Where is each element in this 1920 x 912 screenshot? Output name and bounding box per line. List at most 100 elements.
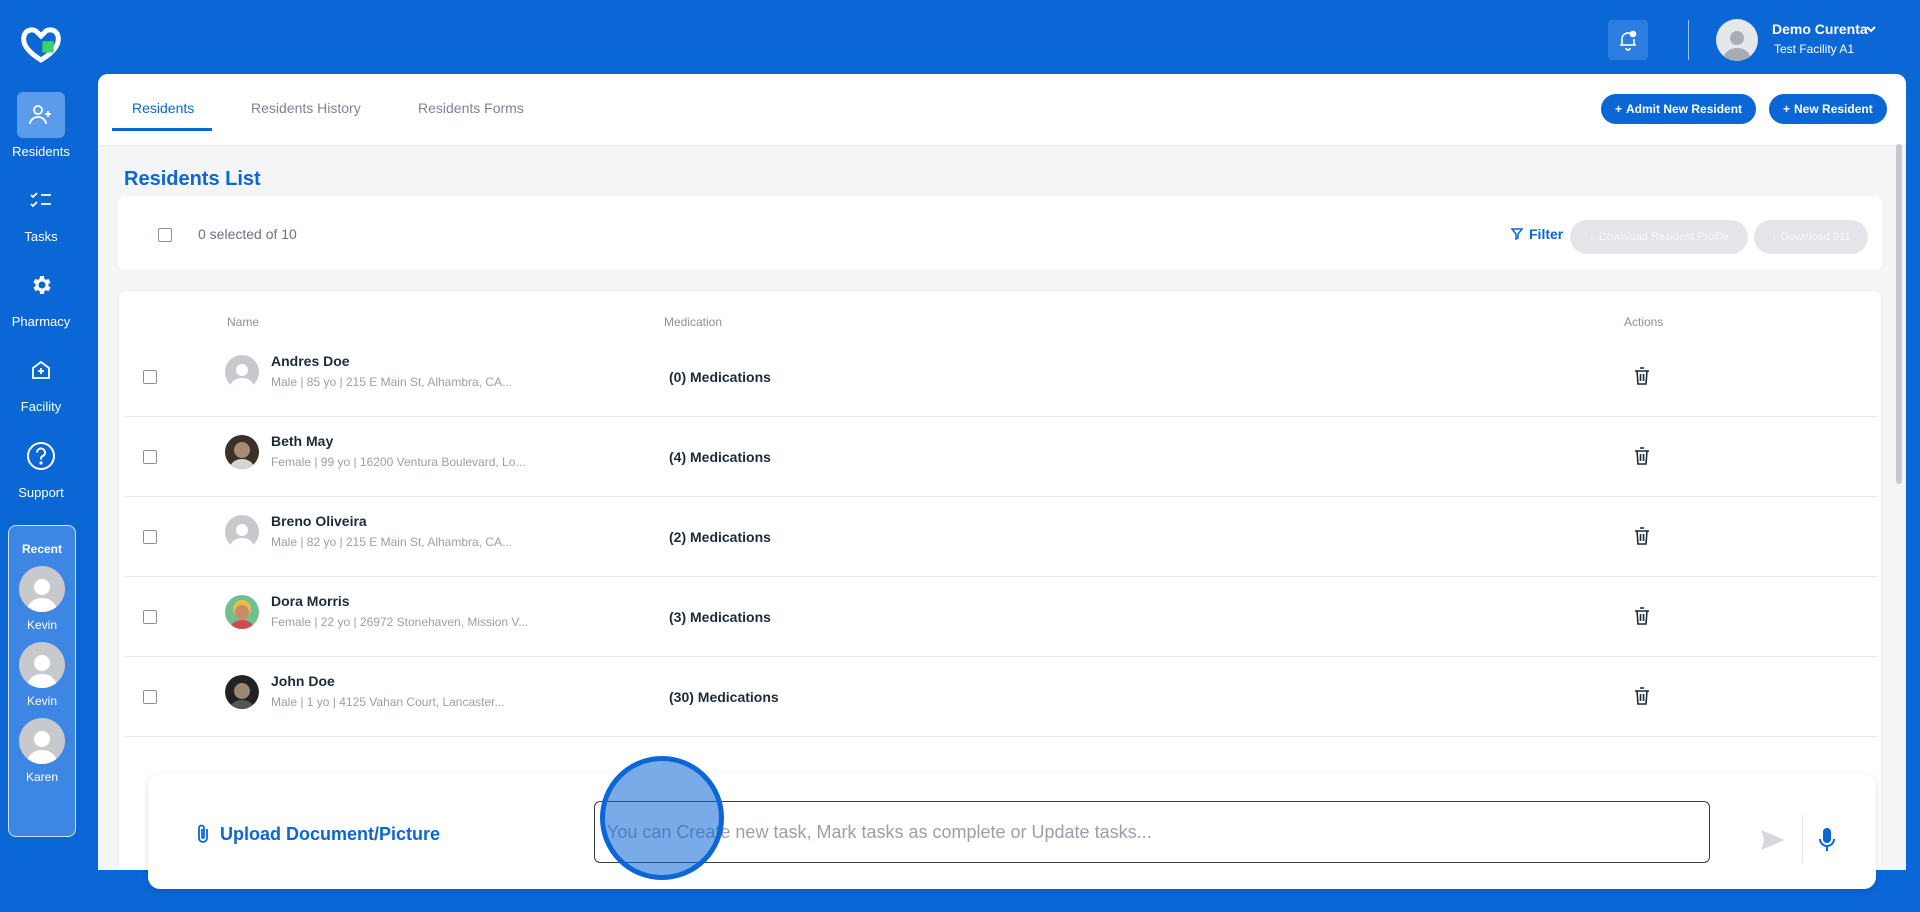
sidebar: Residents Tasks Pharmacy Facility Suppor… (0, 0, 82, 912)
task-input[interactable] (594, 801, 1710, 863)
resident-name[interactable]: Beth May (271, 433, 333, 449)
notifications-button[interactable] (1608, 20, 1648, 60)
tab-residents-forms[interactable]: Residents Forms (418, 100, 524, 116)
filter-button[interactable]: Filter (1511, 226, 1563, 242)
sidebar-item-residents[interactable]: Residents (0, 92, 82, 159)
filter-icon (1511, 228, 1523, 240)
recent-person-name: Kevin (26, 618, 58, 632)
delete-icon[interactable] (1634, 607, 1650, 630)
row-checkbox[interactable] (143, 690, 157, 704)
medications-count[interactable]: (4) Medications (669, 449, 771, 465)
row-checkbox[interactable] (143, 450, 157, 464)
sidebar-item-label: Support (18, 485, 64, 500)
main-panel: Residents Residents History Residents Fo… (98, 74, 1906, 870)
sidebar-item-facility[interactable]: Facility (0, 347, 82, 414)
column-header-medication: Medication (664, 315, 723, 329)
header-divider (1688, 20, 1689, 60)
scrollbar[interactable] (1896, 144, 1902, 484)
download-911-button[interactable]: ↓ Download 911 (1754, 220, 1868, 254)
medications-count[interactable]: (2) Medications (669, 529, 771, 545)
column-header-actions: Actions (1624, 315, 1664, 329)
new-resident-button[interactable]: + New Resident (1769, 94, 1887, 124)
sidebar-item-label: Facility (20, 399, 62, 414)
gear-icon (17, 262, 65, 308)
avatar (225, 435, 259, 469)
sidebar-item-support[interactable]: Support (0, 433, 82, 500)
resident-name[interactable]: Dora Morris (271, 593, 350, 609)
sidebar-item-label: Residents (12, 144, 70, 159)
sidebar-item-label: Pharmacy (11, 314, 71, 329)
table-row[interactable]: John Doe Male | 1 yo | 4125 Vahan Court,… (125, 657, 1877, 737)
plus-icon: + (1615, 102, 1623, 116)
delete-icon[interactable] (1634, 527, 1650, 550)
table-row[interactable]: Breno Oliveira Male | 82 yo | 215 E Main… (125, 497, 1877, 577)
avatar (225, 595, 259, 629)
task-composer: Upload Document/Picture (148, 773, 1876, 889)
resident-details: Male | 82 yo | 215 E Main St, Alhambra, … (271, 535, 513, 549)
resident-details: Female | 22 yo | 26972 Stonehaven, Missi… (271, 615, 529, 629)
resident-details: Female | 99 yo | 16200 Ventura Boulevard… (271, 455, 526, 469)
download-icon: ↓ (1589, 231, 1595, 243)
tab-residents[interactable]: Residents (132, 100, 194, 116)
download-911-label: Download 911 (1780, 231, 1851, 243)
user-name[interactable]: Demo Curenta (1772, 21, 1868, 37)
resident-details: Male | 1 yo | 4125 Vahan Court, Lancaste… (271, 695, 505, 709)
facility-icon (17, 347, 65, 393)
list-toolbar: 0 selected of 10 Filter ↓ Download Resid… (118, 196, 1882, 270)
recent-person[interactable]: Kevin (9, 566, 75, 632)
select-all-checkbox[interactable] (158, 228, 172, 242)
chevron-down-icon[interactable] (1864, 22, 1878, 41)
delete-icon[interactable] (1634, 687, 1650, 710)
tabs-bar: Residents Residents History Residents Fo… (98, 74, 1906, 146)
app-logo[interactable] (18, 24, 64, 64)
resident-details: Male | 85 yo | 215 E Main St, Alhambra, … (271, 375, 513, 389)
recent-person[interactable]: Karen (9, 718, 75, 784)
sidebar-item-tasks[interactable]: Tasks (0, 177, 82, 244)
table-row[interactable]: Beth May Female | 99 yo | 16200 Ventura … (125, 417, 1877, 497)
page-title: Residents List (124, 168, 261, 190)
recent-panel: Recent Kevin Kevin Karen (8, 525, 76, 837)
medications-count[interactable]: (30) Medications (669, 689, 779, 705)
new-resident-label: New Resident (1794, 102, 1873, 116)
tasks-icon (17, 177, 65, 223)
delete-icon[interactable] (1634, 367, 1650, 390)
upload-document-button[interactable]: Upload Document/Picture (196, 823, 440, 845)
user-avatar[interactable] (1716, 19, 1758, 61)
recent-person-name: Kevin (26, 694, 58, 708)
avatar (225, 355, 259, 389)
filter-label: Filter (1529, 226, 1564, 242)
row-checkbox[interactable] (143, 370, 157, 384)
table-row[interactable]: Dora Morris Female | 22 yo | 26972 Stone… (125, 577, 1877, 657)
row-checkbox[interactable] (143, 610, 157, 624)
upload-label: Upload Document/Picture (220, 823, 441, 844)
download-icon: ↓ (1771, 231, 1777, 243)
avatar (19, 642, 65, 688)
plus-icon: + (1783, 102, 1791, 116)
admit-button-label: Admit New Resident (1626, 102, 1743, 116)
medications-count[interactable]: (0) Medications (669, 369, 771, 385)
sidebar-item-pharmacy[interactable]: Pharmacy (0, 262, 82, 329)
row-checkbox[interactable] (143, 530, 157, 544)
tab-residents-history[interactable]: Residents History (251, 100, 361, 116)
delete-icon[interactable] (1634, 447, 1650, 470)
resident-name[interactable]: Breno Oliveira (271, 513, 367, 529)
recent-title: Recent (21, 542, 62, 556)
table-row[interactable]: Andres Doe Male | 85 yo | 215 E Main St,… (125, 337, 1877, 417)
composer-divider (1802, 815, 1803, 863)
active-tab-indicator (112, 128, 212, 131)
sidebar-item-label: Tasks (24, 229, 58, 244)
download-resident-profile-button[interactable]: ↓ Download Resident Profile (1570, 220, 1748, 254)
medications-count[interactable]: (3) Medications (669, 609, 771, 625)
download-profile-label: Download Resident Profile (1598, 231, 1729, 243)
avatar (19, 566, 65, 612)
microphone-icon[interactable] (1818, 827, 1836, 858)
send-icon[interactable] (1760, 829, 1786, 856)
user-facility: Test Facility A1 (1774, 42, 1855, 56)
paperclip-icon (198, 824, 208, 843)
admit-new-resident-button[interactable]: + Admit New Resident (1601, 94, 1757, 124)
recent-person[interactable]: Kevin (9, 642, 75, 708)
resident-name[interactable]: John Doe (271, 673, 335, 689)
column-header-name: Name (227, 315, 260, 329)
resident-name[interactable]: Andres Doe (271, 353, 350, 369)
avatar (225, 675, 259, 709)
